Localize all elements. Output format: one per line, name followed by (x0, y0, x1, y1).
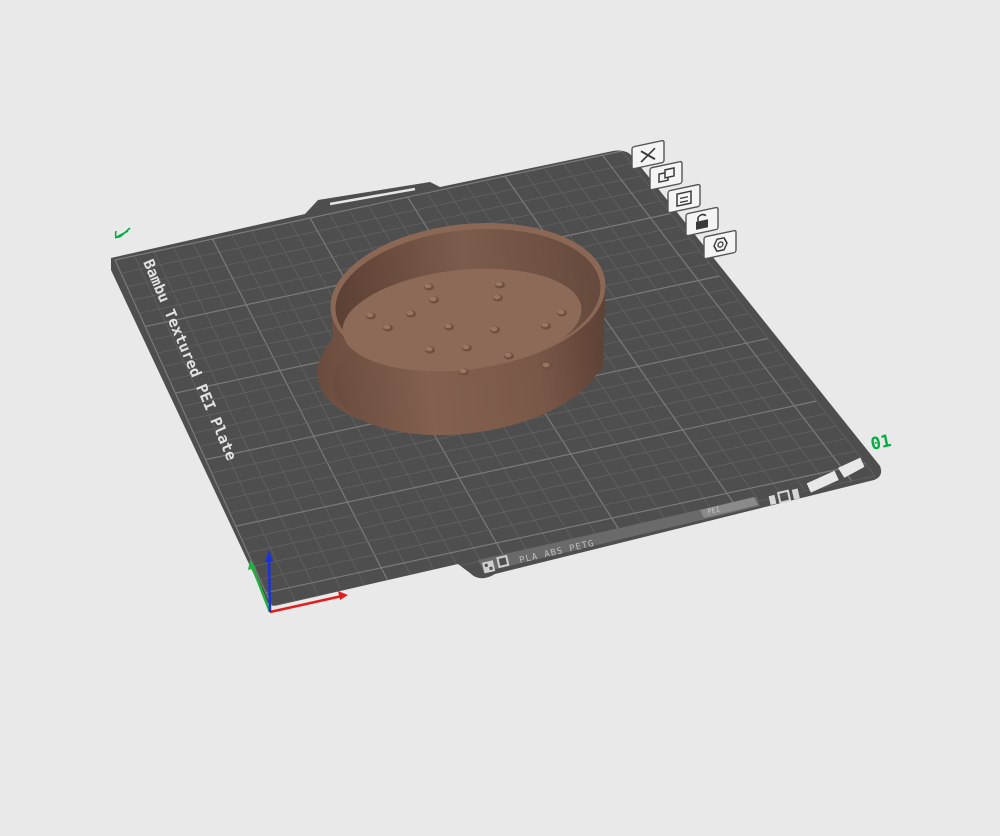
remove-plate-button[interactable] (631, 139, 665, 170)
floor-stud-highlight (541, 322, 549, 328)
floor-stud-highlight (493, 294, 501, 300)
orient-plate-button-frame (667, 183, 701, 214)
floor-stud-highlight (424, 283, 432, 289)
floor-stud-highlight (495, 281, 503, 287)
floor-stud-highlight (366, 312, 374, 318)
plate-settings-button-frame (703, 229, 737, 260)
floor-stud-highlight (429, 296, 437, 302)
3d-viewport[interactable]: PEI PLA ABS PETG Bambu Textured PEI Plat… (0, 0, 1000, 836)
axis-x-arrow (338, 591, 348, 600)
floor-stud-highlight (459, 368, 467, 374)
floor-stud-highlight (462, 344, 470, 350)
floor-stud-highlight (490, 326, 498, 332)
arrange-plate-button[interactable] (649, 160, 683, 191)
floor-stud-highlight (406, 310, 414, 316)
plate-settings-button[interactable] (703, 229, 737, 260)
lock-plate-button[interactable] (685, 206, 719, 237)
floor-stud-highlight (425, 346, 433, 352)
plate-number: 01 (869, 431, 893, 455)
floor-stud-highlight (383, 324, 391, 330)
plate-origin-marker (114, 227, 131, 239)
axis-z (267, 557, 272, 613)
orient-plate-button[interactable] (667, 183, 701, 214)
floor-stud-highlight (444, 323, 452, 329)
floor-stud-highlight (557, 309, 565, 315)
floor-stud-highlight (504, 352, 512, 358)
floor-stud-highlight (542, 362, 550, 368)
